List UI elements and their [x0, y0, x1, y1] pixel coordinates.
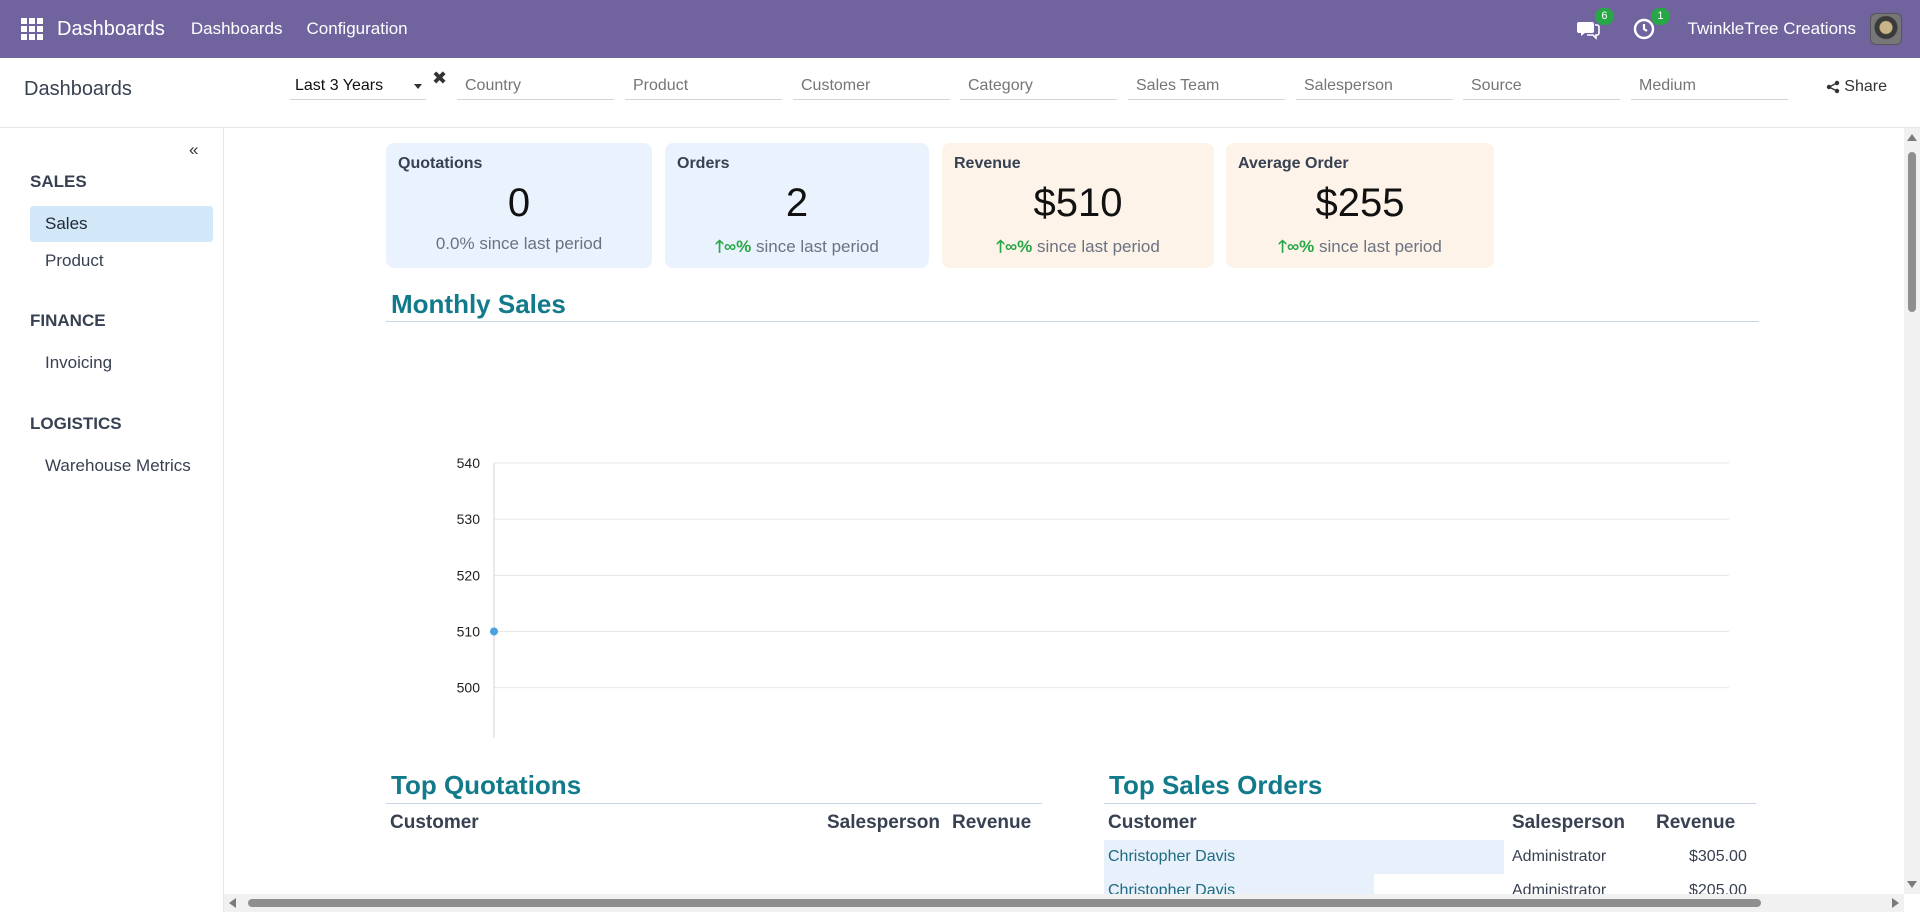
y-tick-label: 500: [457, 680, 481, 696]
y-tick-label: 540: [457, 455, 481, 471]
product-filter[interactable]: [625, 72, 782, 100]
kpi-label: Revenue: [954, 155, 1021, 172]
kpi-value: $255: [1315, 181, 1405, 225]
kpi-change-suffix: since last period: [479, 234, 603, 253]
page-title: Dashboards: [24, 78, 132, 100]
kpi-label: Quotations: [398, 155, 483, 172]
menu-configuration[interactable]: Configuration: [307, 19, 408, 39]
kpi-value: 2: [785, 181, 809, 225]
monthly-sales-title: Monthly Sales: [391, 289, 566, 319]
dashboard-content: Quotations 0 0.0% since last period Orde…: [224, 128, 1904, 894]
menu-dashboards[interactable]: Dashboards: [191, 19, 283, 39]
share-icon: [1827, 80, 1840, 94]
kpi-change-value: ∞%: [1287, 237, 1315, 256]
clear-period-icon[interactable]: ✖: [432, 68, 447, 89]
sidebar-item-warehouse-metrics[interactable]: Warehouse Metrics: [30, 448, 213, 484]
vertical-scrollbar[interactable]: [1904, 128, 1920, 894]
y-tick-label: 510: [457, 624, 481, 640]
kpi-change-value: 0.0%: [435, 234, 475, 253]
quotations-col-salesperson: Salesperson: [827, 812, 940, 833]
top-navbar: Dashboards Dashboards Configuration 6 1 …: [0, 0, 1920, 58]
caret-down-icon: [414, 84, 422, 89]
section-divider: [386, 803, 1042, 804]
kpi-label: Average Order: [1238, 155, 1349, 172]
user-avatar[interactable]: [1870, 13, 1902, 45]
kpi-change-suffix: since last period: [1318, 237, 1442, 256]
app-grid-icon[interactable]: [21, 18, 43, 40]
source-filter[interactable]: [1463, 72, 1620, 100]
customer-filter[interactable]: [793, 72, 950, 100]
orders-col-customer: Customer: [1108, 812, 1197, 833]
kpi-change: 0.0% since last period: [398, 234, 640, 254]
sales-team-filter[interactable]: [1128, 72, 1285, 100]
scroll-right-icon[interactable]: [1892, 898, 1899, 908]
sidebar-item-sales[interactable]: Sales: [30, 206, 213, 242]
order-row-revenue: $205.00: [1689, 882, 1747, 894]
kpi-value: 0: [507, 181, 531, 225]
horizontal-scrollbar[interactable]: [224, 894, 1904, 912]
sidebar-section-finance: FINANCE: [30, 311, 106, 330]
category-filter[interactable]: [960, 72, 1117, 100]
kpi-change-suffix: since last period: [1036, 237, 1160, 256]
scroll-left-icon[interactable]: [229, 898, 236, 908]
y-tick-label: 520: [457, 567, 481, 583]
period-select[interactable]: Last 3 Years: [290, 72, 426, 100]
activities-count-badge: 1: [1651, 8, 1670, 25]
section-divider: [1104, 803, 1756, 804]
sidebar-section-logistics: LOGISTICS: [30, 414, 122, 433]
control-panel: Dashboards Last 3 Years ✖ Share: [0, 58, 1920, 128]
y-tick-label: 490: [457, 736, 481, 738]
salesperson-filter[interactable]: [1296, 72, 1453, 100]
order-row-revenue: $305.00: [1689, 848, 1747, 865]
order-row-salesperson: Administrator: [1512, 848, 1607, 865]
kpi-average-order[interactable]: Average Order $255 🡑∞% since last period: [1226, 143, 1494, 268]
activities-button[interactable]: 1: [1632, 8, 1670, 41]
period-value: Last 3 Years: [295, 77, 384, 94]
collapse-sidebar-icon[interactable]: «: [189, 140, 198, 160]
quotations-col-customer: Customer: [390, 812, 479, 833]
sidebar-item-product[interactable]: Product: [30, 243, 213, 279]
scroll-up-icon[interactable]: [1907, 134, 1917, 141]
kpi-value: $510: [1033, 181, 1123, 225]
orders-col-revenue: Revenue: [1656, 812, 1736, 833]
order-row-customer[interactable]: Christopher Davis: [1104, 874, 1374, 894]
quotations-col-revenue: Revenue: [952, 812, 1032, 833]
messages-button[interactable]: 6: [1576, 8, 1614, 41]
share-label: Share: [1844, 78, 1887, 95]
kpi-change-value: ∞%: [724, 237, 752, 256]
top-quotations-title: Top Quotations: [391, 770, 582, 800]
arrow-up-icon: 🡑: [715, 237, 724, 256]
arrow-up-icon: 🡑: [1278, 237, 1287, 256]
sidebar-section-sales: SALES: [30, 172, 87, 191]
horizontal-scroll-thumb[interactable]: [248, 899, 1761, 907]
kpi-change-value: ∞%: [1005, 237, 1033, 256]
order-row-salesperson: Administrator: [1512, 882, 1607, 894]
messages-count-badge: 6: [1595, 8, 1614, 25]
kpi-change: 🡑∞% since last period: [1238, 234, 1482, 263]
country-filter[interactable]: [457, 72, 614, 100]
order-row-customer[interactable]: Christopher Davis: [1104, 840, 1504, 874]
kpi-change-suffix: since last period: [755, 237, 879, 256]
y-tick-label: 530: [457, 511, 481, 527]
medium-filter[interactable]: [1631, 72, 1788, 100]
arrow-up-icon: 🡑: [996, 237, 1005, 256]
scroll-down-icon[interactable]: [1907, 881, 1917, 888]
kpi-change: 🡑∞% since last period: [954, 234, 1202, 263]
vertical-scroll-thumb[interactable]: [1908, 152, 1916, 312]
share-button[interactable]: Share: [1826, 78, 1887, 96]
monthly-sales-chart: 480490500510520530540December 2024: [457, 455, 1729, 738]
top-sales-orders-title: Top Sales Orders: [1109, 770, 1323, 800]
kpi-label: Orders: [677, 155, 730, 172]
data-point: [490, 627, 498, 636]
orders-col-salesperson: Salesperson: [1512, 812, 1625, 833]
kpi-change: 🡑∞% since last period: [677, 234, 917, 263]
kpi-quotations[interactable]: Quotations 0 0.0% since last period: [386, 143, 652, 268]
kpi-orders[interactable]: Orders 2 🡑∞% since last period: [665, 143, 929, 268]
company-switcher[interactable]: TwinkleTree Creations: [1688, 19, 1857, 39]
sidebar-item-invoicing[interactable]: Invoicing: [30, 345, 213, 381]
sidebar: « SALES Sales Product FINANCE Invoicing …: [0, 128, 224, 912]
kpi-revenue[interactable]: Revenue $510 🡑∞% since last period: [942, 143, 1214, 268]
app-brand[interactable]: Dashboards: [57, 18, 165, 41]
